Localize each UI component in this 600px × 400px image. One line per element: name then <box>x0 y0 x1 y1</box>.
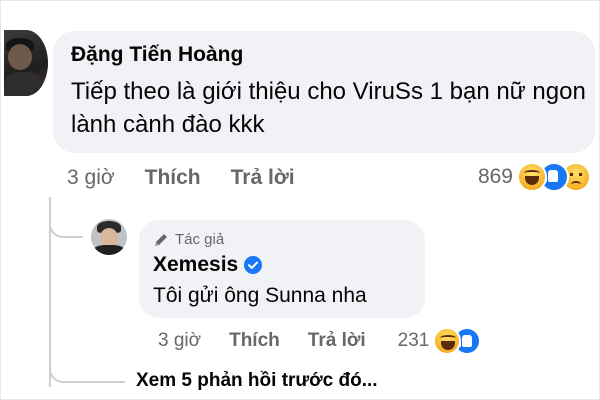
reply-button[interactable]: Trả lời <box>231 166 295 190</box>
reply-like-button[interactable]: Thích <box>229 330 280 352</box>
reply-author-name[interactable]: Xemesis <box>153 253 238 277</box>
author-badge-label: Tác giả <box>175 231 225 248</box>
reply-text: Tôi gửi ông Sunna nha <box>153 284 367 307</box>
reply-author-row: Xemesis <box>153 253 263 277</box>
comment-reactions[interactable]: 869 <box>478 162 591 192</box>
thread-branch-line <box>49 220 83 238</box>
pencil-icon <box>155 233 167 246</box>
commenter-avatar[interactable] <box>4 30 48 96</box>
author-badge: Tác giả <box>153 231 224 248</box>
reply-author-avatar[interactable] <box>91 219 127 255</box>
comment-bubble: Đặng Tiến Hoàng Tiếp theo là giới thiệu … <box>53 31 595 153</box>
comment-actions: 3 giờ Thích Trả lời <box>67 164 325 192</box>
reply-bubble: Tác giả Xemesis Tôi gửi ông Sunna nha <box>139 220 425 318</box>
view-previous-replies-link[interactable]: Xem 5 phản hồi trước đó... <box>136 370 378 392</box>
reply-reply-button[interactable]: Trả lời <box>308 330 366 352</box>
verified-badge-icon <box>244 256 263 274</box>
comment-panel: Đặng Tiến Hoàng Tiếp theo là giới thiệu … <box>0 0 600 400</box>
haha-reaction-icon <box>517 162 547 192</box>
comment-author-name[interactable]: Đặng Tiến Hoàng <box>71 43 243 67</box>
reply-timestamp[interactable]: 3 giờ <box>158 330 201 352</box>
reply-reaction-count[interactable]: 231 <box>398 330 430 352</box>
reaction-count: 869 <box>477 165 513 188</box>
like-button[interactable]: Thích <box>145 166 201 190</box>
thread-branch-line-more <box>49 359 125 383</box>
reply-actions: 3 giờ Thích Trả lời 231 <box>158 327 482 355</box>
comment-text: Tiếp theo là giới thiệu cho ViruSs 1 bạn… <box>71 78 586 138</box>
comment-timestamp[interactable]: 3 giờ <box>67 166 115 190</box>
